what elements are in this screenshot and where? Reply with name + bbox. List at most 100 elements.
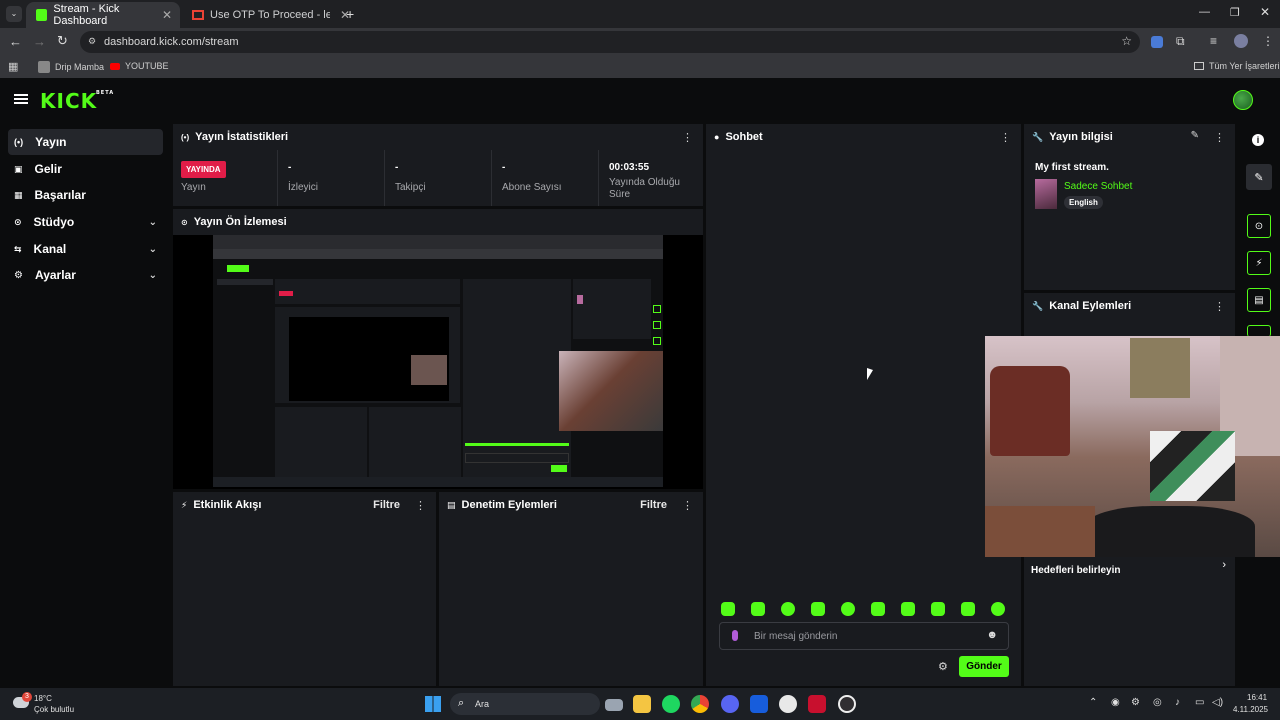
media-controls-icon[interactable]: ≡ (1210, 34, 1217, 48)
weather-widget[interactable]: 3 18°C Çok bulutlu (10, 692, 100, 716)
tray-microphone-icon[interactable]: ♪ (1175, 697, 1180, 708)
extensions-puzzle-icon[interactable]: ⧉ (1176, 34, 1185, 49)
clock-date[interactable]: 4.11.2025 (1233, 705, 1268, 714)
chrome-icon[interactable] (691, 695, 709, 713)
kick-logo[interactable]: KICK BETA (40, 89, 113, 113)
chat-bubble-icon: ● (714, 132, 720, 142)
emote-icon[interactable] (781, 602, 795, 616)
hamburger-menu-icon[interactable] (14, 94, 28, 104)
browser-menu-icon[interactable]: ⋮ (1262, 34, 1274, 48)
emoji-icon[interactable]: ☻ (986, 629, 998, 641)
filter-button[interactable]: Filtre (640, 499, 667, 511)
microphone-icon[interactable] (732, 630, 738, 641)
taskbar-search[interactable]: ⌕ Ara (450, 693, 600, 715)
emote-icon[interactable] (841, 602, 855, 616)
more-options-icon[interactable]: ⋮ (415, 499, 426, 512)
url-bar[interactable]: ⚙ dashboard.kick.com/stream ☆ (80, 31, 1140, 53)
minimize-icon[interactable]: — (1199, 6, 1210, 18)
clip-icon[interactable]: ⊙ (1247, 214, 1271, 238)
windows-start-icon[interactable] (425, 696, 441, 712)
url-text: dashboard.kick.com/stream (104, 36, 239, 48)
moderation-actions-panel: ▤ Denetim Eylemleri Filtre ⋮ (439, 492, 703, 686)
more-options-icon[interactable]: ⋮ (1214, 300, 1225, 313)
lightning-icon: ⚡ (181, 499, 188, 510)
sidebar-item-yayin[interactable]: (•) Yayın (8, 129, 163, 155)
stream-preview-video[interactable] (173, 235, 703, 489)
notes-icon[interactable]: ▤ (1247, 288, 1271, 312)
bookmark-star-icon[interactable]: ☆ (1121, 34, 1132, 48)
edit-pencil-icon[interactable]: ✎ (1246, 164, 1272, 190)
close-window-icon[interactable]: ✕ (1260, 5, 1270, 19)
tab-kick-dashboard[interactable]: Stream - Kick Dashboard ✕ (26, 2, 180, 28)
obs-icon[interactable] (838, 695, 856, 713)
forward-icon[interactable]: → (33, 34, 46, 49)
clock-time[interactable]: 16:41 (1247, 693, 1267, 702)
more-options-icon[interactable]: ⋮ (1214, 131, 1225, 144)
more-options-icon[interactable]: ⋮ (682, 499, 693, 512)
emote-icon[interactable] (931, 602, 945, 616)
tray-volume-icon[interactable]: ◁) (1212, 697, 1223, 708)
tab-otp[interactable]: Use OTP To Proceed - leonzoffic... ✕ (182, 2, 358, 28)
reload-icon[interactable]: ↻ (57, 33, 68, 49)
more-options-icon[interactable]: ⋮ (1000, 131, 1011, 144)
bookmark-youtube[interactable]: YOUTUBE (110, 61, 169, 71)
raid-lightning-icon[interactable]: ⚡ (1247, 251, 1271, 275)
info-icon[interactable]: i (1252, 134, 1264, 146)
site-info-icon[interactable]: ⚙ (88, 36, 96, 47)
all-bookmarks[interactable]: Tüm Yer İşaretleri (1194, 61, 1280, 71)
panel-header: 🔧 Kanal Eylemleri (1024, 293, 1235, 319)
set-goals-row[interactable]: Hedefleri belirleyin › (1031, 559, 1226, 576)
task-view-icon[interactable] (605, 699, 623, 711)
apps-grid-icon[interactable]: ▦ (8, 60, 18, 73)
close-tab-icon[interactable]: ✕ (162, 8, 172, 22)
filter-button[interactable]: Filtre (373, 499, 400, 511)
sidebar-item-label: Stüdyo (33, 215, 75, 229)
emote-icon[interactable] (751, 602, 765, 616)
discord-icon[interactable] (721, 695, 739, 713)
tray-steam-icon[interactable]: ◎ (1153, 697, 1162, 708)
bookmarks-bar: ▦ Drip Mamba YOUTUBE Tüm Yer İşaretleri (0, 56, 1280, 78)
back-icon[interactable]: ← (9, 34, 22, 49)
emote-icon[interactable] (961, 602, 975, 616)
sidebar-item-studyo[interactable]: ⊙ Stüdyo ⌄ (8, 209, 163, 235)
new-tab-button[interactable]: + (346, 6, 354, 22)
extension-icon[interactable] (1151, 36, 1163, 48)
sidebar-item-ayarlar[interactable]: ⚙ Ayarlar ⌄ (8, 262, 163, 288)
sidebar-item-kanal[interactable]: ⇆ Kanal ⌄ (8, 236, 163, 262)
file-explorer-icon[interactable] (633, 695, 651, 713)
kick-dashboard: KICK BETA (•) Yayın ▣ Gelir ▦ Başarılar … (0, 80, 1280, 688)
user-avatar[interactable] (1233, 90, 1253, 110)
stream-title: My first stream. (1035, 162, 1109, 173)
category-link[interactable]: Sadece Sohbet (1064, 181, 1132, 192)
tray-network-icon[interactable]: ▭ (1195, 697, 1204, 708)
stat-label: Yayında Olduğu Süre (609, 177, 680, 200)
tab-list-button[interactable]: ⌄ (6, 6, 22, 22)
webcam-overlay[interactable] (985, 336, 1280, 557)
maximize-icon[interactable]: ❐ (1230, 6, 1240, 19)
more-options-icon[interactable]: ⋮ (682, 131, 693, 144)
stat-subscribers: - Abone Sayısı (491, 150, 598, 206)
sidebar-item-basarilar[interactable]: ▦ Başarılar (8, 182, 163, 208)
panel-title: Yayın İstatistikleri (195, 131, 289, 143)
chatgpt-icon[interactable] (779, 695, 797, 713)
tray-discord-icon[interactable]: ◉ (1111, 697, 1120, 708)
spotify-icon[interactable] (662, 695, 680, 713)
bookmark-drip-mamba[interactable]: Drip Mamba (38, 61, 104, 73)
chat-input[interactable]: Bir mesaj gönderin ☻ (719, 622, 1009, 650)
tray-settings-icon[interactable]: ⚙ (1131, 697, 1140, 708)
app-icon[interactable] (808, 695, 826, 713)
emote-icon[interactable] (721, 602, 735, 616)
edit-pencil-icon[interactable]: ✎ (1191, 130, 1199, 141)
emote-icon[interactable] (901, 602, 915, 616)
send-button[interactable]: Gönder (959, 656, 1009, 677)
bookmark-favicon-icon (38, 61, 50, 73)
tray-chevron-up-icon[interactable]: ⌃ (1089, 697, 1097, 708)
profile-avatar-icon[interactable] (1234, 34, 1248, 48)
sidebar-item-gelir[interactable]: ▣ Gelir (8, 156, 163, 182)
bitwarden-icon[interactable] (750, 695, 768, 713)
emote-icon[interactable] (811, 602, 825, 616)
emote-icon[interactable] (871, 602, 885, 616)
emote-icon[interactable] (991, 602, 1005, 616)
chat-settings-gear-icon[interactable]: ⚙ (938, 660, 948, 673)
search-icon: ⌕ (458, 697, 465, 709)
